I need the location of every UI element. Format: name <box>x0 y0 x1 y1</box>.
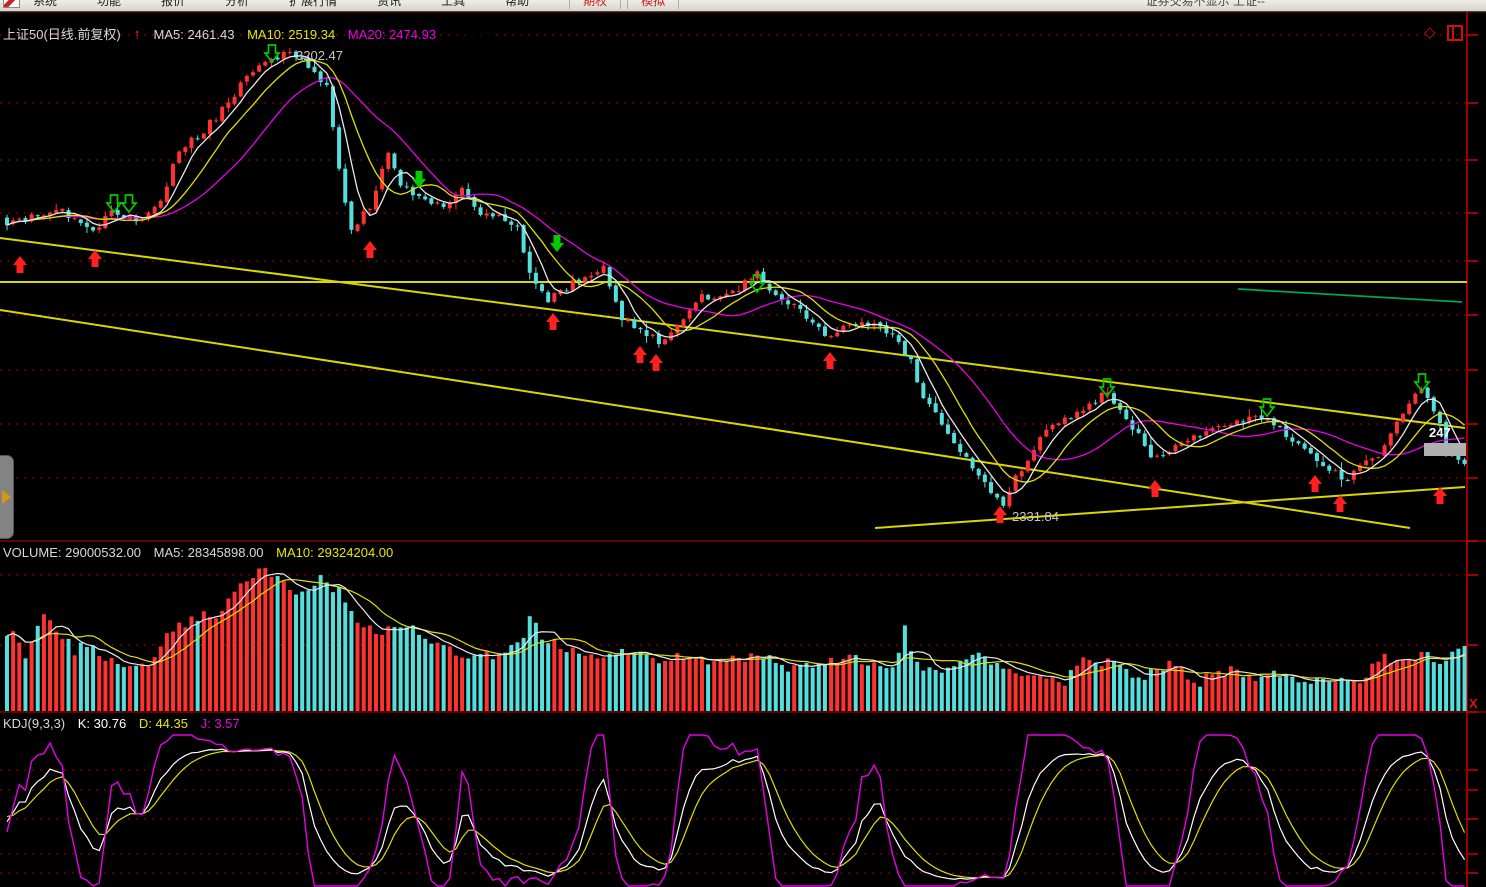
sidebar-flyout-handle[interactable] <box>0 455 14 539</box>
menu-item-tools[interactable]: 工具 <box>441 0 465 9</box>
menu-item-function[interactable]: 功能 <box>97 0 121 9</box>
volume-ma10-line <box>7 580 1465 681</box>
low-price-label: 2331.84 <box>1012 509 1059 524</box>
kdj-d-line <box>7 750 1465 878</box>
menu-item-quotes[interactable]: 报价 <box>161 0 185 9</box>
kdj-j-line <box>7 735 1465 886</box>
ma10-legend: MA10: 2519.34 <box>247 27 335 42</box>
close-pane-button[interactable]: X <box>1469 696 1478 711</box>
chart-title: 上证50(日线.前复权) <box>3 27 121 42</box>
ma10-line <box>7 61 1465 483</box>
buy-signal-arrow <box>363 241 377 258</box>
ma5-legend: MA5: 2461.43 <box>153 27 234 42</box>
menu-item-news[interactable]: 资讯 <box>377 0 401 9</box>
menu-item-analysis[interactable]: 分析 <box>225 0 249 9</box>
chart-canvas[interactable]: 3202.47 2331.84 247 <box>0 0 1486 887</box>
menu-item-system[interactable]: 系统 <box>33 0 57 9</box>
kdj-k-line <box>7 749 1465 879</box>
menu-item-extended-quotes[interactable]: 扩展行情 <box>289 0 337 9</box>
menu-bar: 系统 功能 报价 分析 扩展行情 资讯 工具 帮助 期权 模拟 证券交易不显示 … <box>0 0 1486 12</box>
kdj-j-label: J: 3.57 <box>201 716 240 731</box>
trend-lines <box>0 238 1467 528</box>
app-window: { "menu_bar": { "items": ["系统", "功能", "报… <box>0 0 1486 887</box>
buy-signal-arrow <box>1148 480 1162 497</box>
volume-value-label: VOLUME: 29000532.00 <box>3 545 141 560</box>
buy-signal-arrow <box>649 354 663 371</box>
volume-bars <box>5 568 1467 711</box>
buy-signal-arrow <box>1333 495 1347 512</box>
menu-right-status: 证券交易不显示 上证-- <box>1146 0 1265 9</box>
ma20-line <box>7 77 1465 459</box>
kdj-name-label: KDJ(9,3,3) <box>3 716 65 731</box>
kdj-pane-header: KDJ(9,3,3) K: 30.76 D: 44.35 J: 3.57 <box>3 716 249 731</box>
hollow-signal-arrow <box>122 195 136 212</box>
volume-pane-header: VOLUME: 29000532.00 MA5: 28345898.00 MA1… <box>3 545 402 560</box>
buy-signal-arrow <box>823 352 837 369</box>
ma250-legend: MA250: 2720.11 <box>449 27 543 42</box>
volume-ma5-line <box>7 573 1465 681</box>
menu-item-options-hot[interactable]: 期权 <box>569 0 621 9</box>
volume-ma10-label: MA10: 29324204.00 <box>276 545 393 560</box>
grid-lines <box>0 12 1486 887</box>
buy-signal-arrow <box>13 256 27 273</box>
ma250-line <box>1238 289 1462 302</box>
sell-signal-arrow <box>550 235 564 252</box>
buy-signal-arrow <box>1308 475 1322 492</box>
kdj-d-label: D: 44.35 <box>139 716 188 731</box>
main-chart-header: 上证50(日线.前复权) ↑ MA5: 2461.43 MA10: 2519.3… <box>3 24 552 43</box>
ma20-legend: MA20: 2474.93 <box>348 27 436 42</box>
buy-signal-arrow <box>633 346 647 363</box>
buy-signal-arrow <box>546 313 560 330</box>
candlesticks <box>5 48 1467 508</box>
kdj-k-label: K: 30.76 <box>78 716 126 731</box>
diamond-icon[interactable]: ◇ <box>1424 23 1436 41</box>
up-arrow-icon: ↑ <box>133 26 141 43</box>
hollow-signal-arrow <box>107 195 121 212</box>
high-price-label: 3202.47 <box>296 48 343 63</box>
menu-item-help[interactable]: 帮助 <box>505 0 529 9</box>
last-price-tag <box>1424 443 1466 456</box>
last-price-label: 247 <box>1429 425 1451 440</box>
expand-right-icon <box>2 490 11 504</box>
volume-ma5-label: MA5: 28345898.00 <box>154 545 264 560</box>
menu-item-simulation-hot[interactable]: 模拟 <box>627 0 679 9</box>
app-icon[interactable] <box>3 0 20 8</box>
buy-signal-arrow <box>88 250 102 267</box>
window-panes-icon[interactable] <box>1447 25 1463 41</box>
